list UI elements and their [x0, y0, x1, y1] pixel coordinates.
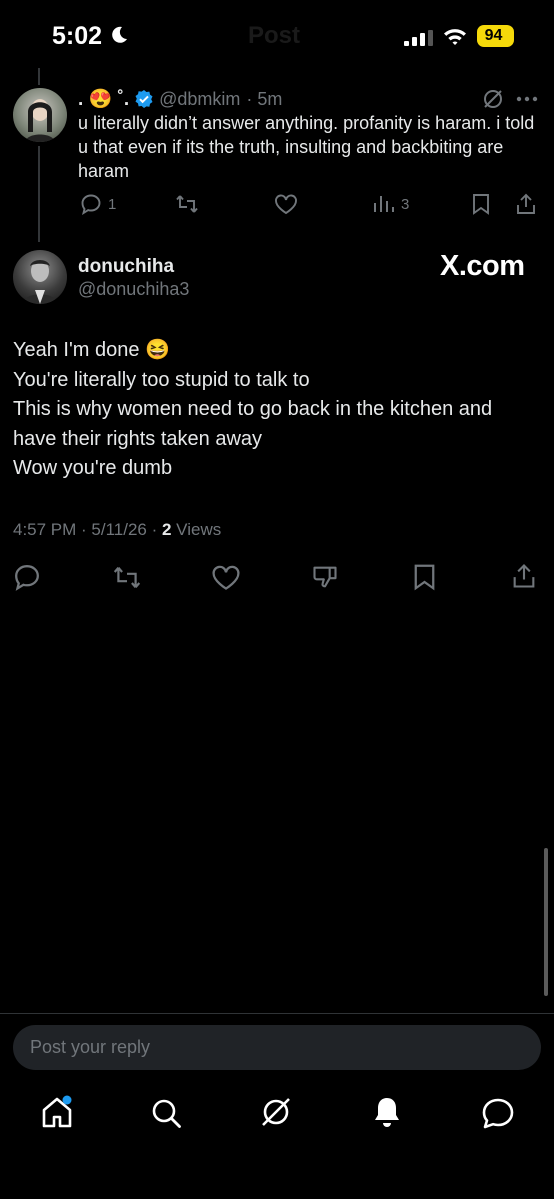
- analytics-icon: [374, 196, 394, 212]
- share-icon[interactable]: [514, 192, 538, 216]
- search-icon: [152, 1099, 181, 1128]
- post-line: You're literally too stupid to talk to: [13, 368, 310, 391]
- view-count: 3: [401, 195, 410, 213]
- like-icon[interactable]: [274, 194, 298, 215]
- more-icon[interactable]: [516, 96, 538, 102]
- divider: [0, 1013, 554, 1014]
- views-label[interactable]: Views: [171, 520, 221, 539]
- repost-icon[interactable]: [175, 193, 199, 215]
- nav-home[interactable]: [40, 1094, 74, 1130]
- views-action[interactable]: 3: [373, 194, 409, 214]
- grok-icon: [262, 1098, 290, 1126]
- author-handle[interactable]: @donuchiha3: [78, 279, 189, 300]
- verified-badge-icon: [135, 90, 153, 108]
- nav-grok[interactable]: [259, 1095, 293, 1129]
- reply-input[interactable]: Post your reply: [13, 1025, 541, 1070]
- post-line: Yeah I'm done 😆: [13, 339, 170, 361]
- post-time: · 5m: [246, 88, 283, 109]
- avatar[interactable]: [13, 250, 67, 304]
- page-title: Post: [248, 22, 301, 49]
- repost-icon[interactable]: [112, 564, 142, 591]
- author-handle[interactable]: @dbmkim: [159, 89, 240, 110]
- author-name[interactable]: . 😍 ˚.: [78, 87, 129, 111]
- battery-indicator: 94: [477, 25, 514, 47]
- post-timestamp: 4:57 PM · 5/11/26 ·: [13, 520, 162, 539]
- wifi-icon: [444, 29, 466, 45]
- bell-icon: [375, 1098, 399, 1127]
- post-line: have their rights taken away: [13, 427, 263, 450]
- nav-search[interactable]: [150, 1097, 182, 1129]
- scrollbar[interactable]: [544, 848, 548, 996]
- like-icon[interactable]: [211, 565, 241, 591]
- thread-line-top: [38, 68, 40, 85]
- avatar[interactable]: [13, 88, 67, 142]
- moon-icon: [112, 26, 127, 43]
- watermark: X.com: [440, 250, 525, 282]
- signal-icon: [404, 30, 433, 46]
- reply-placeholder: Post your reply: [30, 1037, 151, 1057]
- bottom-nav: [0, 1080, 554, 1150]
- bookmark-icon[interactable]: [412, 563, 437, 591]
- post-line: This is why women need to go back in the…: [13, 398, 493, 420]
- reply-count: 1: [108, 195, 117, 213]
- reply-icon[interactable]: [13, 563, 41, 591]
- reply-action[interactable]: 1: [80, 193, 116, 215]
- post-body: Yeah I'm done 😆 You're literally too stu…: [13, 336, 543, 484]
- chat-icon: [482, 1098, 514, 1129]
- share-icon[interactable]: [510, 562, 538, 590]
- bookmark-icon[interactable]: [471, 193, 491, 215]
- home-icon: [42, 1095, 72, 1128]
- parent-post-text: u literally didn’t answer anything. prof…: [78, 113, 535, 181]
- author-name[interactable]: donuchiha: [78, 256, 174, 278]
- nav-messages[interactable]: [481, 1097, 515, 1129]
- parent-author-row[interactable]: . 😍 ˚. @dbmkim · 5m: [78, 87, 282, 111]
- status-time: 5:02: [52, 22, 129, 51]
- nav-notifications[interactable]: [372, 1095, 402, 1131]
- dislike-icon[interactable]: [311, 563, 339, 591]
- post-line: Wow you're dumb: [13, 457, 173, 479]
- reply-icon: [81, 194, 101, 215]
- post-meta: 4:57 PM · 5/11/26 · 2 Views: [13, 520, 221, 540]
- grok-icon[interactable]: [482, 88, 504, 110]
- thread-line: [38, 146, 40, 242]
